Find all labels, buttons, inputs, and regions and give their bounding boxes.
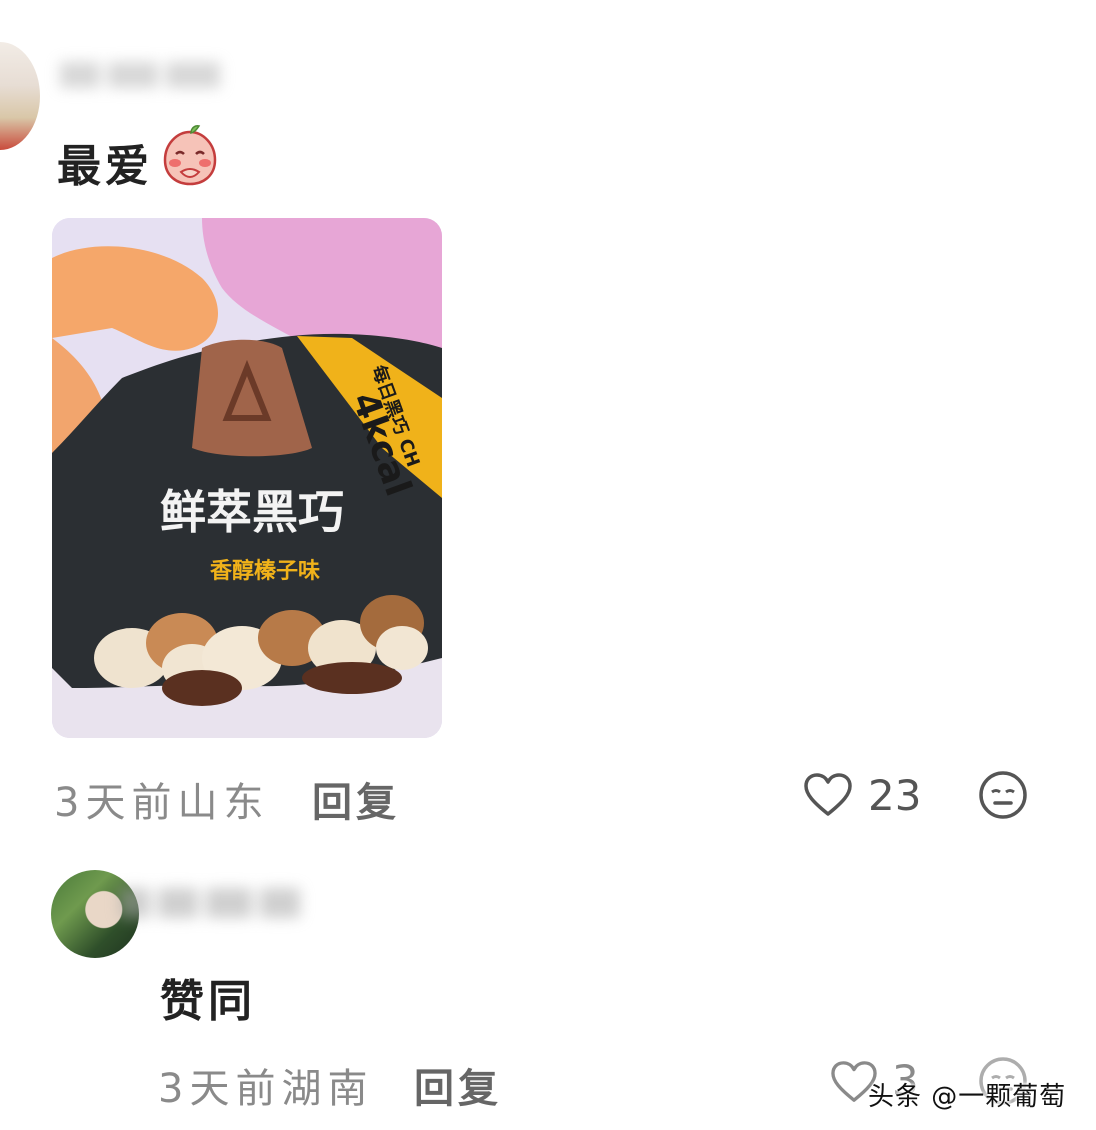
reply-button[interactable]: 回复 <box>312 770 400 828</box>
blushing-peach-emoji <box>163 125 217 186</box>
comment-meta: 3天前湖南 <box>158 1056 373 1114</box>
comment-image[interactable]: 4kcal 每日黑巧 CH 鲜萃黑巧 香醇榛子味 <box>52 218 442 738</box>
username-blurred[interactable] <box>60 56 280 92</box>
neutral-face-icon[interactable] <box>978 770 1028 820</box>
flavor-label: 香醇榛子味 <box>210 558 320 584</box>
reply-button[interactable]: 回复 <box>414 1056 502 1114</box>
timestamp: 3天前 <box>54 780 178 826</box>
chocolate-package-photo: 4kcal 每日黑巧 CH 鲜萃黑巧 香醇榛子味 <box>52 218 442 738</box>
username-blurred[interactable] <box>120 880 310 924</box>
comment-text: 最爱 <box>57 141 153 192</box>
location: 山东 <box>177 780 270 826</box>
timestamp: 3天前 <box>158 1066 282 1112</box>
heart-outline-icon[interactable] <box>803 772 853 818</box>
watermark: 头条 @一颗葡萄 <box>868 1082 1067 1112</box>
brand-label: 鲜萃黑巧 <box>160 485 344 539</box>
comment-meta: 3天前山东 <box>54 770 269 828</box>
like-count: 23 <box>868 771 922 820</box>
avatar[interactable] <box>0 42 40 150</box>
location: 湖南 <box>281 1066 374 1112</box>
comment-text: 赞同 <box>160 976 256 1027</box>
